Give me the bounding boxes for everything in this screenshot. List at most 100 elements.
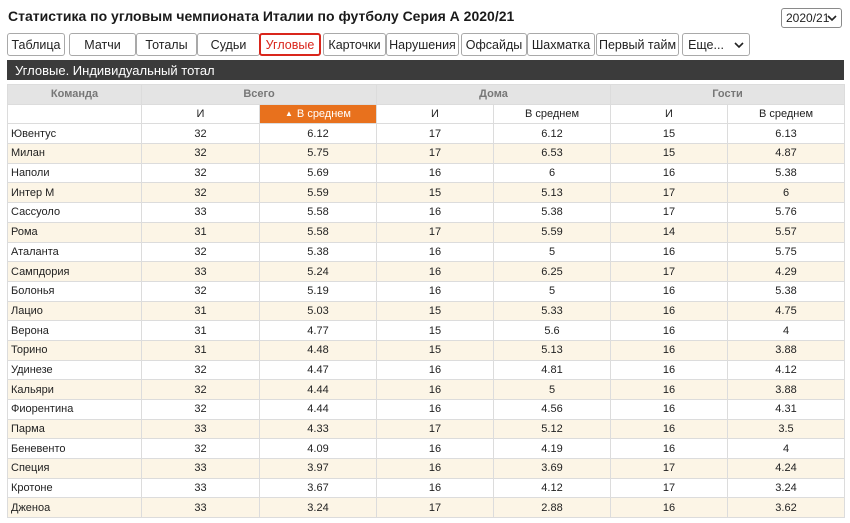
away-avg-cell: 4 <box>727 320 845 341</box>
away-games-cell: 16 <box>610 399 728 420</box>
away-games-cell: 17 <box>610 477 728 499</box>
away-games-cell: 16 <box>610 359 728 381</box>
away-avg-cell: 4 <box>727 438 845 460</box>
header-total-games[interactable]: И <box>141 103 260 125</box>
team-name-cell[interactable]: Верона <box>7 320 142 341</box>
team-name-cell[interactable]: Рома <box>7 221 142 243</box>
team-name-cell[interactable]: Аталанта <box>7 241 142 263</box>
team-name-cell[interactable]: Кальяри <box>7 379 142 400</box>
away-games-cell: 16 <box>610 241 728 263</box>
page-title: Статистика по угловым чемпионата Италии … <box>8 8 515 24</box>
header-home-games[interactable]: И <box>376 103 494 125</box>
table-row: Ювентус 32 6.12 17 6.12 15 6.13 <box>7 123 845 145</box>
home-avg-cell: 5.12 <box>493 418 611 440</box>
team-name-cell[interactable]: Специя <box>7 458 142 479</box>
home-games-cell: 16 <box>376 458 494 479</box>
away-avg-cell: 5.75 <box>727 241 845 263</box>
team-name-cell[interactable]: Болонья <box>7 280 142 302</box>
tab-table[interactable]: Таблица <box>7 33 65 56</box>
home-avg-cell: 5 <box>493 280 611 302</box>
table-row: Наполи 32 5.69 16 6 16 5.38 <box>7 162 845 184</box>
header-away-group: Гости <box>610 84 845 105</box>
team-name-cell[interactable]: Удинезе <box>7 359 142 381</box>
corners-table: Команда Всего Дома Гости И ▲ В среднем И … <box>7 84 845 519</box>
total-games-cell: 32 <box>141 379 260 400</box>
team-name-cell[interactable]: Торино <box>7 339 142 361</box>
home-avg-cell: 6.25 <box>493 261 611 282</box>
away-games-cell: 14 <box>610 221 728 243</box>
away-avg-cell: 4.24 <box>727 458 845 479</box>
header-team[interactable]: Команда <box>7 84 142 105</box>
header-team-spacer <box>7 103 142 125</box>
table-row: Кротоне 33 3.67 16 4.12 17 3.24 <box>7 477 845 499</box>
total-games-cell: 31 <box>141 300 260 322</box>
team-name-cell[interactable]: Интер М <box>7 182 142 204</box>
total-avg-cell: 5.58 <box>259 221 377 243</box>
away-avg-cell: 6 <box>727 182 845 204</box>
tab-first-half[interactable]: Первый тайм <box>596 33 679 56</box>
header-total-avg-sorted[interactable]: ▲ В среднем <box>259 103 377 125</box>
team-name-cell[interactable]: Ювентус <box>7 123 142 145</box>
team-name-cell[interactable]: Милан <box>7 143 142 164</box>
table-row: Болонья 32 5.19 16 5 16 5.38 <box>7 280 845 302</box>
home-avg-cell: 3.69 <box>493 458 611 479</box>
total-games-cell: 33 <box>141 418 260 440</box>
tab-offsides[interactable]: Офсайды <box>461 33 527 56</box>
home-games-cell: 16 <box>376 202 494 223</box>
total-avg-cell: 4.44 <box>259 379 377 400</box>
table-row: Верона 31 4.77 15 5.6 16 4 <box>7 320 845 341</box>
team-name-cell[interactable]: Сампдория <box>7 261 142 282</box>
tab-more-dropdown[interactable]: Еще... <box>682 33 750 56</box>
away-games-cell: 16 <box>610 497 728 519</box>
home-avg-cell: 5.13 <box>493 339 611 361</box>
table-body: Ювентус 32 6.12 17 6.12 15 6.13 Милан 32 5.75 17 6.… <box>7 123 845 519</box>
tab-label: Карточки <box>328 37 381 52</box>
home-avg-cell: 6.53 <box>493 143 611 164</box>
team-name-cell[interactable]: Беневенто <box>7 438 142 460</box>
tab-corners[interactable]: Угловые <box>259 33 321 56</box>
total-avg-cell: 5.59 <box>259 182 377 204</box>
chevron-down-icon <box>827 15 837 22</box>
total-avg-cell: 4.48 <box>259 339 377 361</box>
total-avg-cell: 4.47 <box>259 359 377 381</box>
team-name-cell[interactable]: Кротоне <box>7 477 142 499</box>
tab-label: Таблица <box>11 37 61 52</box>
header-away-games[interactable]: И <box>610 103 728 125</box>
tab-referees[interactable]: Судьи <box>197 33 260 56</box>
total-avg-cell: 5.03 <box>259 300 377 322</box>
away-avg-cell: 4.12 <box>727 359 845 381</box>
tab-totals[interactable]: Тоталы <box>136 33 197 56</box>
home-games-cell: 16 <box>376 261 494 282</box>
team-name-cell[interactable]: Парма <box>7 418 142 440</box>
home-avg-cell: 4.56 <box>493 399 611 420</box>
team-name-cell[interactable]: Дженоа <box>7 497 142 519</box>
team-name-cell[interactable]: Сассуоло <box>7 202 142 223</box>
total-games-cell: 31 <box>141 339 260 361</box>
home-games-cell: 15 <box>376 300 494 322</box>
team-name-cell[interactable]: Наполи <box>7 162 142 184</box>
tab-cards[interactable]: Карточки <box>323 33 386 56</box>
tab-fouls[interactable]: Нарушения <box>386 33 459 56</box>
header-away-avg[interactable]: В среднем <box>727 103 845 125</box>
away-games-cell: 15 <box>610 143 728 164</box>
tab-chessboard[interactable]: Шахматка <box>527 33 595 56</box>
total-avg-cell: 4.33 <box>259 418 377 440</box>
season-select[interactable]: 2020/21 <box>781 8 842 28</box>
table-row: Фиорентина 32 4.44 16 4.56 16 4.31 <box>7 399 845 420</box>
total-games-cell: 32 <box>141 399 260 420</box>
away-avg-cell: 4.87 <box>727 143 845 164</box>
away-avg-cell: 5.38 <box>727 280 845 302</box>
away-games-cell: 17 <box>610 261 728 282</box>
team-name-cell[interactable]: Лацио <box>7 300 142 322</box>
sort-up-icon: ▲ <box>285 109 293 119</box>
tab-label: Нарушения <box>389 37 456 52</box>
total-avg-cell: 3.97 <box>259 458 377 479</box>
home-games-cell: 16 <box>376 379 494 400</box>
header-home-avg[interactable]: В среднем <box>493 103 611 125</box>
home-avg-cell: 5.6 <box>493 320 611 341</box>
tab-matches[interactable]: Матчи <box>69 33 136 56</box>
team-name-cell[interactable]: Фиорентина <box>7 399 142 420</box>
total-avg-cell: 5.69 <box>259 162 377 184</box>
total-avg-cell: 3.24 <box>259 497 377 519</box>
total-avg-cell: 5.19 <box>259 280 377 302</box>
